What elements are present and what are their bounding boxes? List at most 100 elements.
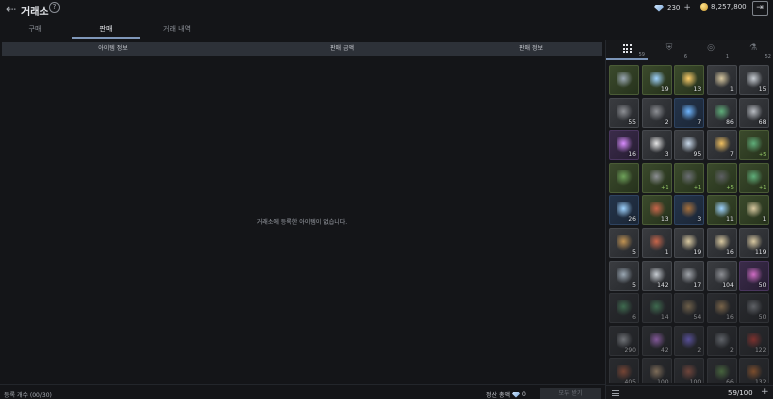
tab-buy[interactable]: 구매	[0, 24, 70, 34]
menu-icon[interactable]	[612, 390, 619, 396]
item-quantity: 6	[632, 314, 636, 322]
inventory-slot[interactable]: 2	[641, 97, 672, 128]
inventory-slot[interactable]: 100	[641, 358, 672, 383]
inventory-slot[interactable]: 66	[706, 358, 737, 383]
inventory-slot[interactable]: 68	[739, 97, 770, 128]
item-quantity: 142	[657, 281, 669, 289]
add-diamond-button[interactable]: +	[683, 3, 691, 13]
inventory-capacity: 59/100	[728, 389, 753, 397]
inventory-slot[interactable]: 122	[739, 325, 770, 356]
item-quantity: 55	[628, 118, 636, 126]
inventory-slot[interactable]: 13	[641, 195, 672, 226]
gold-amount: 8,257,800	[711, 3, 747, 11]
item-quantity: 405	[624, 379, 636, 383]
diamond-currency: 230 +	[654, 3, 691, 13]
item-quantity: 50	[758, 281, 767, 289]
inventory-slot[interactable]: 50	[739, 260, 770, 291]
inventory-slot[interactable]: 290	[609, 325, 639, 356]
inventory-slot[interactable]: +5	[706, 162, 737, 193]
inventory-slot[interactable]: 1	[739, 195, 770, 226]
inventory-slot[interactable]: 3	[674, 195, 705, 226]
inventory-slot[interactable]: 50	[739, 293, 770, 324]
tab-history[interactable]: 거래 내역	[142, 24, 212, 34]
inventory-slot[interactable]: 119	[739, 228, 770, 258]
item-quantity: 26	[628, 216, 636, 224]
inventory-slot[interactable]: 100	[674, 358, 705, 383]
tab-sell[interactable]: 판매	[71, 24, 141, 34]
inventory-slot[interactable]: 11	[706, 195, 737, 226]
registration-count: 등록 개수 (00/30)	[4, 392, 52, 399]
inventory-slot[interactable]: 7	[674, 97, 705, 128]
inventory-slot[interactable]: 5	[609, 260, 639, 291]
inventory-slot[interactable]: 7	[706, 130, 737, 161]
item-quantity: 3	[697, 216, 702, 224]
inventory-tab-armor[interactable]: ⛨ 6	[648, 40, 690, 60]
item-quantity: 2	[664, 118, 669, 126]
item-quantity: 95	[693, 151, 702, 159]
inventory-slot[interactable]: 132	[739, 358, 770, 383]
inventory-tab-accessory[interactable]: ◎ 1	[690, 40, 732, 60]
expand-inventory-button[interactable]: +	[761, 387, 769, 397]
collect-all-button[interactable]: 모두 받기	[540, 388, 601, 399]
book-icon	[617, 235, 633, 251]
inventory-panel: 59 ⛨ 6 ◎ 1 ⚗ 52 19 13 1 15 55 2 7 86 68 16 3 95 7 +5 +…	[605, 40, 773, 399]
inventory-slot[interactable]: 17	[674, 260, 705, 291]
inventory-slot[interactable]: 3	[641, 130, 672, 161]
item-quantity: 16	[726, 249, 734, 256]
item-quantity: 16	[726, 314, 734, 322]
column-sale-price: 판매 금액	[330, 45, 354, 52]
inventory-slot[interactable]: 14	[641, 293, 672, 324]
inventory-slot[interactable]: +1	[739, 162, 770, 193]
inventory-slot[interactable]: 2	[706, 325, 737, 356]
item-quantity: 2	[729, 346, 734, 354]
enhance-level: +1	[661, 184, 669, 191]
inventory-slot[interactable]: 1	[706, 65, 737, 95]
inventory-slot[interactable]: 19	[674, 228, 705, 258]
item-quantity: 1	[762, 216, 767, 224]
charm-icon	[714, 137, 731, 154]
inventory-slot[interactable]: 142	[641, 260, 672, 291]
inventory-slot[interactable]: +1	[641, 162, 672, 193]
inventory-tab-material[interactable]: ⚗ 52	[732, 40, 773, 60]
inventory-slot[interactable]: 16	[706, 228, 737, 258]
inventory-slot[interactable]: 1	[641, 228, 672, 258]
inventory-slot[interactable]: +1	[674, 162, 705, 193]
inventory-slot[interactable]: 19	[641, 65, 672, 95]
inventory-slot[interactable]: 16	[706, 293, 737, 324]
inventory-slot[interactable]: 405	[609, 358, 639, 383]
empty-listing-message: 거래소에 등록한 아이템이 없습니다.	[256, 219, 348, 226]
accessory-icon: ◎	[707, 43, 715, 53]
inventory-slot[interactable]	[609, 162, 639, 193]
gold-currency: 8,257,800	[700, 3, 747, 11]
back-arrow-icon[interactable]: ⇠	[3, 2, 19, 16]
helmet-icon	[649, 104, 666, 121]
item-quantity: 54	[693, 314, 702, 322]
inventory-slot[interactable]: 55	[609, 97, 639, 128]
item-quantity: 11	[726, 216, 734, 224]
inventory-slot[interactable]: 16	[609, 130, 639, 161]
inventory-slot[interactable]: 86	[706, 97, 737, 128]
column-sale-info: 판매 정보	[519, 45, 543, 52]
inventory-slot[interactable]: +5	[739, 130, 770, 161]
item-quantity: 5	[632, 249, 636, 256]
inventory-slot[interactable]: 26	[609, 195, 639, 226]
inventory-slot[interactable]: 5	[609, 228, 639, 258]
help-icon[interactable]: ?	[49, 2, 60, 13]
diamond-icon	[654, 4, 664, 12]
exit-icon[interactable]: ⇥	[752, 1, 768, 16]
inventory-tab-all[interactable]: 59	[606, 40, 648, 60]
inventory-slot[interactable]	[609, 65, 639, 95]
item-quantity: 13	[660, 216, 669, 224]
inventory-slot[interactable]: 15	[739, 65, 770, 95]
enhance-level: +1	[759, 184, 767, 191]
inventory-slot[interactable]: 42	[641, 325, 672, 356]
inventory-slot[interactable]: 104	[706, 260, 737, 291]
item-quantity: 290	[624, 346, 636, 354]
helmet-icon	[649, 169, 666, 186]
inventory-slot[interactable]: 95	[674, 130, 705, 161]
inventory-slot[interactable]: 6	[609, 293, 639, 324]
inventory-slot[interactable]: 2	[674, 325, 705, 356]
inventory-slot[interactable]: 54	[674, 293, 705, 324]
inventory-slot[interactable]: 13	[674, 65, 705, 95]
item-quantity: 16	[628, 151, 636, 159]
